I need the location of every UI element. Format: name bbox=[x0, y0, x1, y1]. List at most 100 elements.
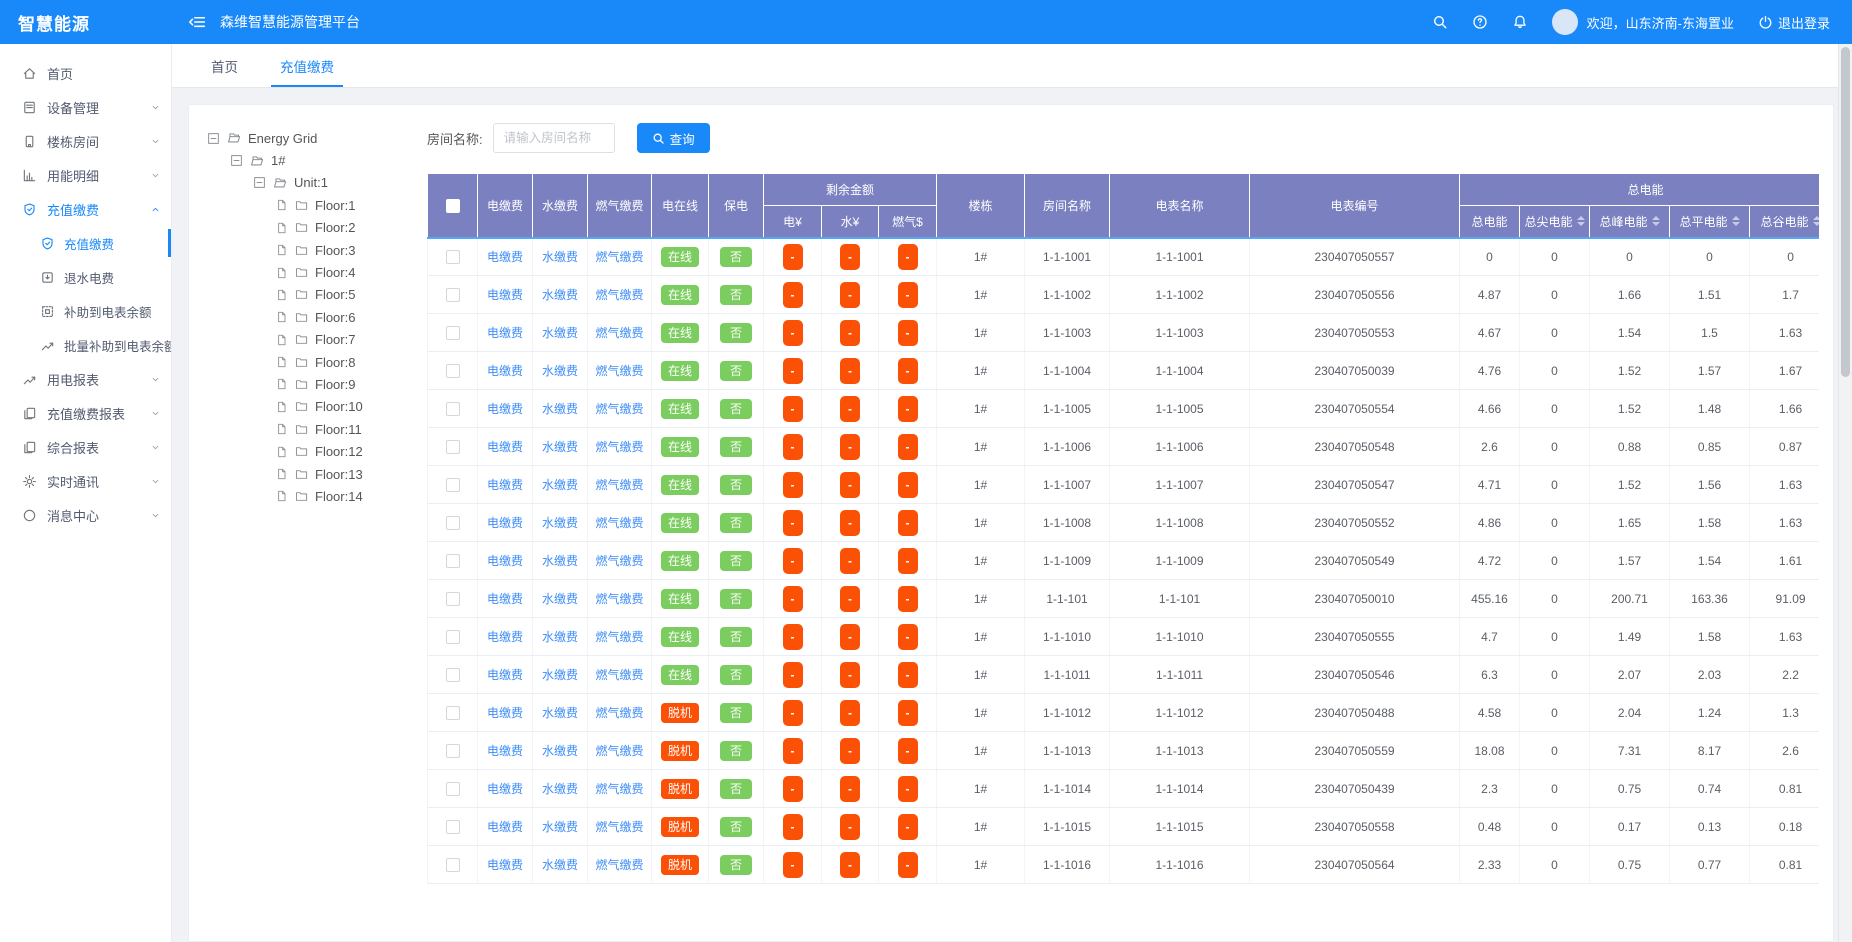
gas-pay-link[interactable]: 燃气缴费 bbox=[595, 364, 643, 378]
water-balance-badge[interactable]: - bbox=[840, 662, 860, 688]
row-checkbox[interactable] bbox=[446, 782, 460, 796]
gas-balance-badge[interactable]: - bbox=[898, 472, 918, 498]
tree-node[interactable]: Floor:11 bbox=[203, 418, 401, 440]
electric-balance-badge[interactable]: - bbox=[783, 320, 803, 346]
gas-pay-link[interactable]: 燃气缴费 bbox=[595, 782, 643, 796]
water-balance-badge[interactable]: - bbox=[840, 852, 860, 878]
row-checkbox[interactable] bbox=[446, 250, 460, 264]
tree-node-label[interactable]: Floor:4 bbox=[315, 265, 355, 280]
gas-balance-badge[interactable]: - bbox=[898, 624, 918, 650]
gas-balance-badge[interactable]: - bbox=[898, 852, 918, 878]
water-balance-badge[interactable]: - bbox=[840, 586, 860, 612]
row-checkbox[interactable] bbox=[446, 630, 460, 644]
electric-balance-badge[interactable]: - bbox=[783, 814, 803, 840]
sidebar-item[interactable]: 实时通讯 bbox=[0, 464, 171, 498]
water-balance-badge[interactable]: - bbox=[840, 814, 860, 840]
electric-pay-link[interactable]: 电缴费 bbox=[487, 440, 523, 454]
tree-node[interactable]: Floor:2 bbox=[203, 217, 401, 239]
electric-balance-badge[interactable]: - bbox=[783, 624, 803, 650]
gas-pay-link[interactable]: 燃气缴费 bbox=[595, 668, 643, 682]
col-energy-sharp[interactable]: 总尖电能 bbox=[1520, 206, 1590, 238]
gas-pay-link[interactable]: 燃气缴费 bbox=[595, 630, 643, 644]
water-balance-badge[interactable]: - bbox=[840, 510, 860, 536]
gas-balance-badge[interactable]: - bbox=[898, 814, 918, 840]
gas-pay-link[interactable]: 燃气缴费 bbox=[595, 288, 643, 302]
water-balance-badge[interactable]: - bbox=[840, 396, 860, 422]
row-checkbox[interactable] bbox=[446, 668, 460, 682]
tree-node-label[interactable]: Floor:9 bbox=[315, 377, 355, 392]
tree-node-label[interactable]: Floor:7 bbox=[315, 332, 355, 347]
tree-node-label[interactable]: Unit:1 bbox=[294, 175, 328, 190]
tree-node[interactable]: Floor:9 bbox=[203, 373, 401, 395]
col-energy-peak[interactable]: 总峰电能 bbox=[1590, 206, 1670, 238]
logout-button[interactable]: 退出登录 bbox=[1758, 13, 1830, 32]
gas-pay-link[interactable]: 燃气缴费 bbox=[595, 440, 643, 454]
row-checkbox[interactable] bbox=[446, 516, 460, 530]
electric-balance-badge[interactable]: - bbox=[783, 434, 803, 460]
electric-balance-badge[interactable]: - bbox=[783, 282, 803, 308]
water-pay-link[interactable]: 水缴费 bbox=[542, 668, 578, 682]
water-pay-link[interactable]: 水缴费 bbox=[542, 820, 578, 834]
electric-balance-badge[interactable]: - bbox=[783, 548, 803, 574]
tab-0[interactable]: 首页 bbox=[190, 44, 259, 87]
water-balance-badge[interactable]: - bbox=[840, 282, 860, 308]
gas-balance-badge[interactable]: - bbox=[898, 548, 918, 574]
page-scrollbar[interactable] bbox=[1838, 44, 1852, 942]
electric-pay-link[interactable]: 电缴费 bbox=[487, 630, 523, 644]
water-pay-link[interactable]: 水缴费 bbox=[542, 744, 578, 758]
gas-pay-link[interactable]: 燃气缴费 bbox=[595, 858, 643, 872]
sidebar-subitem[interactable]: 充值缴费 bbox=[0, 226, 171, 260]
sidebar-item[interactable]: 用电报表 bbox=[0, 362, 171, 396]
row-checkbox[interactable] bbox=[446, 554, 460, 568]
sidebar-item[interactable]: 首页 bbox=[0, 56, 171, 90]
gas-pay-link[interactable]: 燃气缴费 bbox=[595, 592, 643, 606]
water-balance-badge[interactable]: - bbox=[840, 320, 860, 346]
water-balance-badge[interactable]: - bbox=[840, 700, 860, 726]
water-pay-link[interactable]: 水缴费 bbox=[542, 858, 578, 872]
water-balance-badge[interactable]: - bbox=[840, 548, 860, 574]
water-pay-link[interactable]: 水缴费 bbox=[542, 706, 578, 720]
gas-pay-link[interactable]: 燃气缴费 bbox=[595, 706, 643, 720]
electric-pay-link[interactable]: 电缴费 bbox=[487, 288, 523, 302]
tree-node-label[interactable]: 1# bbox=[271, 153, 285, 168]
query-button[interactable]: 查询 bbox=[637, 123, 710, 153]
tree-node[interactable]: Floor:7 bbox=[203, 329, 401, 351]
electric-balance-badge[interactable]: - bbox=[783, 662, 803, 688]
water-pay-link[interactable]: 水缴费 bbox=[542, 630, 578, 644]
row-checkbox[interactable] bbox=[446, 364, 460, 378]
collapse-toggle-icon[interactable] bbox=[253, 176, 266, 189]
sidebar-item[interactable]: 设备管理 bbox=[0, 90, 171, 124]
electric-pay-link[interactable]: 电缴费 bbox=[487, 402, 523, 416]
water-balance-badge[interactable]: - bbox=[840, 358, 860, 384]
water-balance-badge[interactable]: - bbox=[840, 434, 860, 460]
scrollbar-thumb[interactable] bbox=[1841, 47, 1850, 377]
row-checkbox[interactable] bbox=[446, 744, 460, 758]
gas-pay-link[interactable]: 燃气缴费 bbox=[595, 820, 643, 834]
sidebar-item[interactable]: 综合报表 bbox=[0, 430, 171, 464]
electric-pay-link[interactable]: 电缴费 bbox=[487, 364, 523, 378]
sidebar-item[interactable]: 消息中心 bbox=[0, 498, 171, 532]
water-pay-link[interactable]: 水缴费 bbox=[542, 516, 578, 530]
water-balance-badge[interactable]: - bbox=[840, 624, 860, 650]
tree-node[interactable]: Floor:10 bbox=[203, 396, 401, 418]
water-pay-link[interactable]: 水缴费 bbox=[542, 364, 578, 378]
tree-node-label[interactable]: Energy Grid bbox=[248, 131, 317, 146]
electric-pay-link[interactable]: 电缴费 bbox=[487, 554, 523, 568]
row-checkbox[interactable] bbox=[446, 706, 460, 720]
collapse-toggle-icon[interactable] bbox=[230, 154, 243, 167]
water-balance-badge[interactable]: - bbox=[840, 472, 860, 498]
gas-pay-link[interactable]: 燃气缴费 bbox=[595, 478, 643, 492]
gas-pay-link[interactable]: 燃气缴费 bbox=[595, 250, 643, 264]
row-checkbox[interactable] bbox=[446, 858, 460, 872]
electric-pay-link[interactable]: 电缴费 bbox=[487, 326, 523, 340]
tree-node-label[interactable]: Floor:1 bbox=[315, 198, 355, 213]
gas-balance-badge[interactable]: - bbox=[898, 776, 918, 802]
electric-pay-link[interactable]: 电缴费 bbox=[487, 782, 523, 796]
gas-pay-link[interactable]: 燃气缴费 bbox=[595, 402, 643, 416]
room-name-input[interactable] bbox=[493, 123, 615, 153]
water-pay-link[interactable]: 水缴费 bbox=[542, 402, 578, 416]
electric-pay-link[interactable]: 电缴费 bbox=[487, 858, 523, 872]
electric-balance-badge[interactable]: - bbox=[783, 776, 803, 802]
electric-pay-link[interactable]: 电缴费 bbox=[487, 820, 523, 834]
electric-balance-badge[interactable]: - bbox=[783, 510, 803, 536]
